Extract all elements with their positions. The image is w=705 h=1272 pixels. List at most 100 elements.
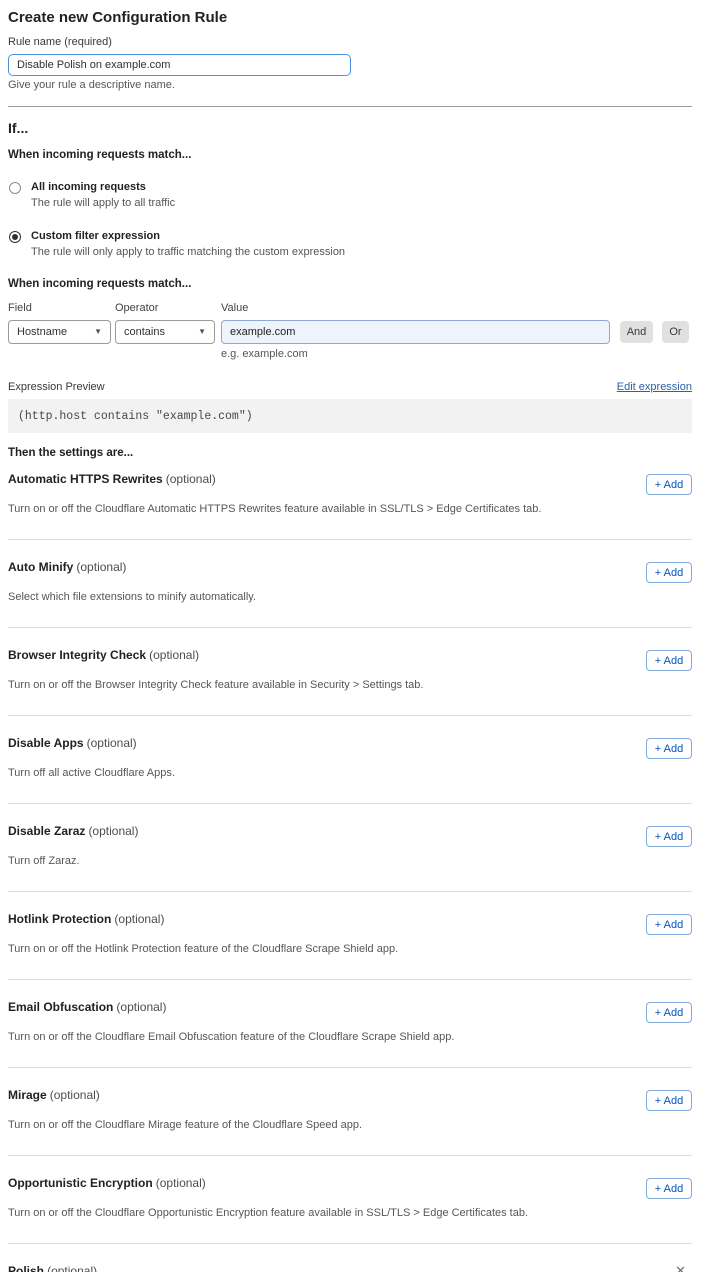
setting-title: Hotlink Protection: [8, 912, 111, 926]
radio-label: All incoming requests: [31, 181, 175, 194]
radio-label: Custom filter expression: [31, 230, 345, 243]
radio-button-selected-icon[interactable]: [9, 231, 21, 243]
radio-custom-filter-expression[interactable]: Custom filter expression The rule will o…: [8, 230, 692, 259]
optional-label: (optional): [156, 1176, 206, 1190]
value-label: Value: [221, 302, 248, 315]
expression-preview-code: (http.host contains "example.com"): [8, 399, 692, 433]
setting-title-line: Email Obfuscation (optional): [8, 1000, 166, 1014]
optional-label: (optional): [87, 736, 137, 750]
radio-description: The rule will only apply to traffic matc…: [31, 246, 345, 259]
setting-title: Disable Apps: [8, 736, 84, 750]
radio-text: All incoming requests The rule will appl…: [31, 181, 175, 210]
chevron-down-icon: ▼: [198, 328, 206, 336]
optional-label: (optional): [47, 1264, 97, 1272]
setting-head: Automatic HTTPS Rewrites (optional) + Ad…: [8, 472, 692, 495]
setting-title: Email Obfuscation: [8, 1000, 113, 1014]
rule-name-input[interactable]: [8, 54, 351, 76]
setting-title-line: Browser Integrity Check (optional): [8, 648, 199, 662]
setting-section: Auto Minify (optional) + Add Select whic…: [8, 540, 692, 628]
setting-section: Email Obfuscation (optional) + Add Turn …: [8, 980, 692, 1068]
setting-head: Email Obfuscation (optional) + Add: [8, 1000, 692, 1023]
create-configuration-rule-page: Create new Configuration Rule Rule name …: [0, 0, 705, 1272]
setting-title-line: Hotlink Protection (optional): [8, 912, 164, 926]
setting-description: Turn on or off the Cloudflare Opportunis…: [8, 1207, 692, 1220]
match-heading: When incoming requests match...: [8, 149, 692, 162]
or-button[interactable]: Or: [662, 321, 689, 343]
setting-section: Hotlink Protection (optional) + Add Turn…: [8, 892, 692, 980]
add-button[interactable]: + Add: [646, 738, 692, 759]
optional-label: (optional): [76, 560, 126, 574]
setting-title: Disable Zaraz: [8, 824, 85, 838]
optional-label: (optional): [88, 824, 138, 838]
setting-description: Turn off all active Cloudflare Apps.: [8, 767, 692, 780]
add-button[interactable]: + Add: [646, 914, 692, 935]
expression-builder-row: Hostname ▼ contains ▼ And Or: [8, 320, 692, 344]
add-button[interactable]: + Add: [646, 474, 692, 495]
setting-title: Polish: [8, 1264, 44, 1272]
if-heading: If...: [8, 120, 692, 136]
and-button[interactable]: And: [620, 321, 653, 343]
builder-heading: When incoming requests match...: [8, 278, 692, 291]
field-select[interactable]: Hostname ▼: [8, 320, 111, 344]
setting-section: Disable Apps (optional) + Add Turn off a…: [8, 716, 692, 804]
expression-preview-label: Expression Preview: [8, 381, 105, 393]
setting-description: Turn on or off the Cloudflare Automatic …: [8, 503, 692, 516]
settings-list: Automatic HTTPS Rewrites (optional) + Ad…: [8, 460, 692, 1244]
setting-title-line: Disable Apps (optional): [8, 736, 137, 750]
section-divider: [8, 106, 692, 107]
operator-label: Operator: [115, 302, 221, 315]
edit-expression-link[interactable]: Edit expression: [617, 381, 692, 393]
operator-select-value: contains: [124, 326, 165, 338]
expression-preview-row: Expression Preview Edit expression: [8, 381, 692, 393]
setting-description: Turn on or off the Hotlink Protection fe…: [8, 943, 692, 956]
setting-title-line: Opportunistic Encryption (optional): [8, 1176, 206, 1190]
close-icon[interactable]: ✕: [675, 1264, 686, 1272]
add-button[interactable]: + Add: [646, 1178, 692, 1199]
rule-name-label: Rule name (required): [8, 36, 692, 49]
rule-name-help: Give your rule a descriptive name.: [8, 79, 692, 92]
polish-section: Polish (optional) ✕ Change the settings …: [8, 1244, 692, 1272]
setting-description: Turn off Zaraz.: [8, 855, 692, 868]
setting-title: Browser Integrity Check: [8, 648, 146, 662]
add-button[interactable]: + Add: [646, 826, 692, 847]
setting-head: Browser Integrity Check (optional) + Add: [8, 648, 692, 671]
setting-head: Disable Apps (optional) + Add: [8, 736, 692, 759]
setting-description: Turn on or off the Cloudflare Email Obfu…: [8, 1031, 692, 1044]
operator-select[interactable]: contains ▼: [115, 320, 215, 344]
chevron-down-icon: ▼: [94, 328, 102, 336]
setting-head: Hotlink Protection (optional) + Add: [8, 912, 692, 935]
setting-description: Select which file extensions to minify a…: [8, 591, 692, 604]
add-button[interactable]: + Add: [646, 1090, 692, 1111]
optional-label: (optional): [114, 912, 164, 926]
setting-section: Automatic HTTPS Rewrites (optional) + Ad…: [8, 460, 692, 540]
add-button[interactable]: + Add: [646, 1002, 692, 1023]
setting-head: Opportunistic Encryption (optional) + Ad…: [8, 1176, 692, 1199]
optional-label: (optional): [166, 472, 216, 486]
add-button[interactable]: + Add: [646, 650, 692, 671]
setting-head: Disable Zaraz (optional) + Add: [8, 824, 692, 847]
setting-section: Browser Integrity Check (optional) + Add…: [8, 628, 692, 716]
radio-button-icon[interactable]: [9, 182, 21, 194]
field-select-value: Hostname: [17, 326, 67, 338]
setting-description: Turn on or off the Browser Integrity Che…: [8, 679, 692, 692]
then-settings-heading: Then the settings are...: [8, 447, 692, 460]
optional-label: (optional): [50, 1088, 100, 1102]
builder-column-labels: Field Operator Value: [8, 302, 692, 315]
setting-title: Automatic HTTPS Rewrites: [8, 472, 163, 486]
radio-text: Custom filter expression The rule will o…: [31, 230, 345, 259]
field-label: Field: [8, 302, 115, 315]
setting-title: Opportunistic Encryption: [8, 1176, 153, 1190]
setting-title-line: Disable Zaraz (optional): [8, 824, 138, 838]
setting-head: Auto Minify (optional) + Add: [8, 560, 692, 583]
add-button[interactable]: + Add: [646, 562, 692, 583]
setting-title: Mirage: [8, 1088, 47, 1102]
setting-section: Mirage (optional) + Add Turn on or off t…: [8, 1068, 692, 1156]
setting-title: Auto Minify: [8, 560, 73, 574]
setting-description: Turn on or off the Cloudflare Mirage fea…: [8, 1119, 692, 1132]
setting-head: Polish (optional) ✕: [8, 1264, 692, 1272]
radio-all-incoming-requests[interactable]: All incoming requests The rule will appl…: [8, 181, 692, 210]
setting-title-line: Auto Minify (optional): [8, 560, 126, 574]
setting-title-line: Polish (optional): [8, 1264, 97, 1272]
setting-title-line: Automatic HTTPS Rewrites (optional): [8, 472, 216, 486]
value-input[interactable]: [221, 320, 610, 344]
